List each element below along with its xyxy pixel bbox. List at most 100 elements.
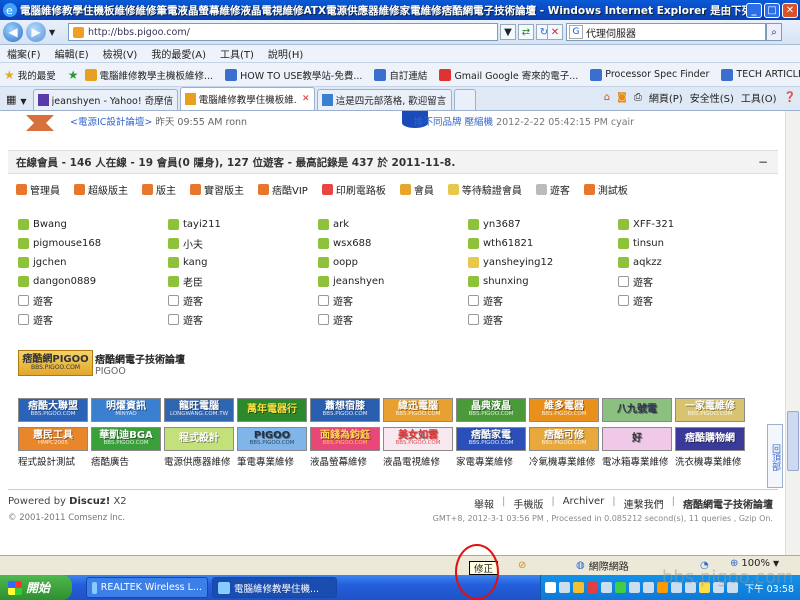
banner-caption[interactable]: 電冰箱專業維修 <box>602 454 675 468</box>
help-icon[interactable]: ❓ <box>784 92 796 103</box>
online-user[interactable]: yn3687 <box>468 219 618 230</box>
favorite-link[interactable]: 電腦維修教學主機板維修... <box>84 68 213 82</box>
online-user[interactable]: Bwang <box>18 219 168 230</box>
online-user[interactable]: 遊客 <box>318 293 468 308</box>
start-button[interactable]: 開始 <box>0 575 72 600</box>
tray-icon-7[interactable] <box>629 582 640 593</box>
online-user[interactable]: 遊客 <box>468 293 618 308</box>
partner-banner[interactable]: 晶典液晶 BBS.PIGOO.COM <box>456 398 526 422</box>
footer-link[interactable]: Archiver <box>563 496 605 511</box>
pigoo-logo[interactable]: 痞酷網PIGOO BBS.PIGOO.COM <box>18 350 93 376</box>
favorites-center-button[interactable]: ★ 我的最愛 <box>4 68 56 82</box>
online-user[interactable]: dangon0889 <box>18 276 168 287</box>
online-user[interactable]: 遊客 <box>168 312 318 327</box>
online-user[interactable]: ark <box>318 219 468 230</box>
online-user[interactable]: tinsun <box>618 238 768 249</box>
menu-file[interactable]: 檔案(F) <box>7 46 41 61</box>
taskbar-task[interactable]: 電腦維修教學住機... <box>212 577 337 598</box>
partner-banner[interactable]: 明燿資訊 MINYAO <box>91 398 161 422</box>
partner-banner[interactable]: 面錢為鈞鈺 BBS.PIGOO.COM <box>310 427 380 451</box>
menu-help[interactable]: 說明(H) <box>268 46 303 61</box>
browser-tab[interactable]: 這是四元部落格, 歡迎留言... <box>316 89 452 110</box>
minimize-button[interactable]: _ <box>746 2 762 18</box>
online-user[interactable]: wth61821 <box>468 238 618 249</box>
banner-caption[interactable]: 電源供應器維修 <box>164 454 237 468</box>
banner-caption[interactable]: 家電專業維修 <box>456 454 529 468</box>
menu-tools[interactable]: 工具(T) <box>220 46 254 61</box>
banner-caption[interactable]: 程式設計測試 <box>18 454 91 468</box>
banner-caption[interactable]: 痞酷廣告 <box>91 454 164 468</box>
tray-icon-2[interactable] <box>559 582 570 593</box>
right-last-post-link[interactable]: 換不同品牌 壓縮機 <box>414 117 493 128</box>
partner-banner[interactable]: 龍旺電腦 LONGWANG.COM.TW <box>164 398 234 422</box>
address-dropdown-icon[interactable]: ▼ <box>500 24 516 40</box>
favorite-link[interactable]: HOW TO USE教學站-免費... <box>225 68 362 82</box>
partner-banner[interactable]: 維多電器 BBS.PIGOO.COM <box>529 398 599 422</box>
browser-tab[interactable]: jeanshyen - Yahoo! 奇摩信箱 <box>32 89 178 110</box>
online-user[interactable]: 遊客 <box>468 312 618 327</box>
tools-menu[interactable]: 工具(O) <box>741 90 777 105</box>
partner-banner[interactable]: 美女如雲 BBS.PIGOO.COM <box>383 427 453 451</box>
banner-caption[interactable]: 液晶螢幕維修 <box>310 454 383 468</box>
partner-banner[interactable]: 萬年電器行 <box>237 398 307 422</box>
collapse-icon[interactable]: − <box>758 155 768 169</box>
vertical-scrollbar[interactable] <box>785 111 800 555</box>
safety-menu[interactable]: 安全性(S) <box>690 90 734 105</box>
online-user[interactable]: 遊客 <box>168 293 318 308</box>
tray-icon-3[interactable] <box>573 582 584 593</box>
online-user[interactable]: 遊客 <box>18 312 168 327</box>
partner-banner[interactable]: 痞酷購物網 <box>675 427 745 451</box>
online-user[interactable]: XFF-321 <box>618 219 768 230</box>
search-input[interactable]: G 代理伺服器 <box>566 23 766 41</box>
banner-caption[interactable]: 筆電專業維修 <box>237 454 310 468</box>
menu-favorites[interactable]: 我的最愛(A) <box>151 46 206 61</box>
online-user[interactable]: shunxing <box>468 276 618 287</box>
partner-banner[interactable]: 華凱迪BGA BBS.PIGOO.COM <box>91 427 161 451</box>
online-user[interactable]: kang <box>168 257 318 268</box>
page-menu[interactable]: 網頁(P) <box>649 90 683 105</box>
footer-link[interactable]: 舉報 <box>474 496 494 511</box>
online-user[interactable]: wsx688 <box>318 238 468 249</box>
stop-icon[interactable]: ✕ <box>547 24 563 40</box>
address-input[interactable]: http://bbs.pigoo.com/ <box>68 23 498 41</box>
partner-banner[interactable]: 惠民工具 HMPC2005 <box>18 427 88 451</box>
online-user[interactable]: oopp <box>318 257 468 268</box>
partner-banner[interactable]: 痞酷家電 BBS.PIGOO.COM <box>456 427 526 451</box>
taskbar-task[interactable]: REALTEK Wireless L... <box>86 577 208 598</box>
close-tab-icon[interactable]: ✕ <box>302 94 310 104</box>
partner-banner[interactable]: 痞酷大聯盟 BBS.PIGOO.COM <box>18 398 88 422</box>
partner-banner[interactable]: PIGOO BBS.PIGOO.COM <box>237 427 307 451</box>
powered-by-brand[interactable]: Discuz! <box>69 496 110 507</box>
add-favorite-icon[interactable]: ★ <box>68 68 79 82</box>
partner-banner[interactable]: 痞酷可修 BBS.PIGOO.COM <box>529 427 599 451</box>
back-to-top-tab[interactable]: 回頂部 <box>767 424 783 488</box>
online-user[interactable]: 遊客 <box>18 293 168 308</box>
tray-icon-8[interactable] <box>643 582 654 593</box>
online-user[interactable]: tayi211 <box>168 219 318 230</box>
maximize-button[interactable]: □ <box>764 2 780 18</box>
favorite-link[interactable]: Processor Spec Finder <box>590 68 709 82</box>
left-last-post-link[interactable]: <電源IC設計論壇> <box>70 117 152 128</box>
close-button[interactable]: ✕ <box>782 2 798 18</box>
tray-icon-5[interactable] <box>601 582 612 593</box>
tray-icon-1[interactable] <box>545 582 556 593</box>
new-tab-button[interactable] <box>453 89 476 110</box>
pigoo-name[interactable]: 痞酷網電子技術論壇 <box>95 351 185 366</box>
banner-caption[interactable]: 洗衣機專業維修 <box>675 454 748 468</box>
partner-banner[interactable]: 八九號電 <box>602 398 672 422</box>
compatibility-icon[interactable]: ⇄ <box>518 24 534 40</box>
forward-button[interactable]: ▶ <box>26 22 46 42</box>
banner-caption[interactable]: 冷氣機專業維修 <box>529 454 602 468</box>
tray-icon-6[interactable] <box>615 582 626 593</box>
partner-banner[interactable]: 程式設計 <box>164 427 234 451</box>
favorite-link[interactable]: TECH ARTICLES <box>721 68 800 82</box>
partner-banner[interactable]: 緯迅電腦 BBS.PIGOO.COM <box>383 398 453 422</box>
online-user[interactable]: 遊客 <box>318 312 468 327</box>
footer-link[interactable]: 手機版 <box>513 496 543 511</box>
search-icon[interactable]: ⌕ <box>766 23 782 41</box>
back-button[interactable]: ◀ <box>3 22 23 42</box>
feeds-icon[interactable]: ◙ <box>617 92 627 103</box>
online-user[interactable]: jeanshyen <box>318 276 468 287</box>
footer-link[interactable]: 痞酷網電子技術論壇 <box>683 496 773 511</box>
online-user[interactable]: yansheying12 <box>468 257 618 268</box>
